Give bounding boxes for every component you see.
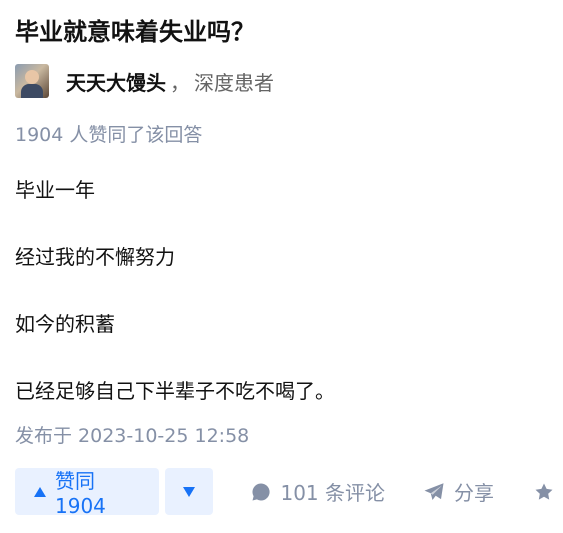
share-label: 分享 bbox=[454, 481, 494, 505]
content-paragraph: 经过我的不懈努力 bbox=[15, 245, 175, 269]
triangle-down-icon bbox=[183, 486, 196, 497]
avatar-face bbox=[25, 70, 39, 84]
vote-summary: 1904 人赞同了该回答 bbox=[15, 124, 203, 146]
comment-button[interactable]: 101 条评论 bbox=[251, 477, 385, 506]
favorite-button[interactable] bbox=[534, 482, 563, 502]
content-paragraph: 如今的积蓄 bbox=[15, 312, 115, 336]
share-button[interactable]: 分享 bbox=[423, 477, 494, 506]
content-paragraph: 已经足够自己下半辈子不吃不喝了。 bbox=[15, 379, 335, 403]
vote-up-button[interactable]: 赞同 1904 bbox=[15, 468, 160, 518]
avatar[interactable] bbox=[15, 64, 49, 98]
avatar-body bbox=[21, 84, 43, 98]
author-name[interactable]: 天天大馒头 bbox=[66, 67, 166, 96]
answer-content: 毕业一年 经过我的不懈努力 如今的积蓄 已经足够自己下半辈子不吃不喝了。 bbox=[15, 175, 563, 406]
author-info: 天天大馒头 ， 深度患者 bbox=[15, 63, 563, 99]
triangle-up-icon bbox=[34, 486, 46, 497]
comment-label: 101 条评论 bbox=[280, 481, 385, 505]
share-icon bbox=[424, 482, 444, 500]
star-icon bbox=[535, 483, 553, 500]
comment-icon bbox=[252, 482, 271, 500]
question-title[interactable]: 毕业就意味着失业吗？ bbox=[15, 14, 563, 50]
answer-page: 毕业就意味着失业吗？ 天天大馒头 ， 深度患者 1904 人赞同了该回答 毕业一… bbox=[0, 0, 563, 533]
vote-up-label: 赞同 1904 bbox=[55, 469, 106, 518]
vote-down-button[interactable] bbox=[165, 468, 214, 515]
published-time: 发布于 2023-10-25 12:58 bbox=[15, 425, 250, 447]
action-bar: 赞同 1904 101 条评论 分享 bbox=[15, 468, 563, 518]
content-paragraph: 毕业一年 bbox=[15, 178, 95, 202]
author-separator: ， bbox=[170, 70, 190, 95]
author-badge: 深度患者 bbox=[194, 70, 274, 95]
